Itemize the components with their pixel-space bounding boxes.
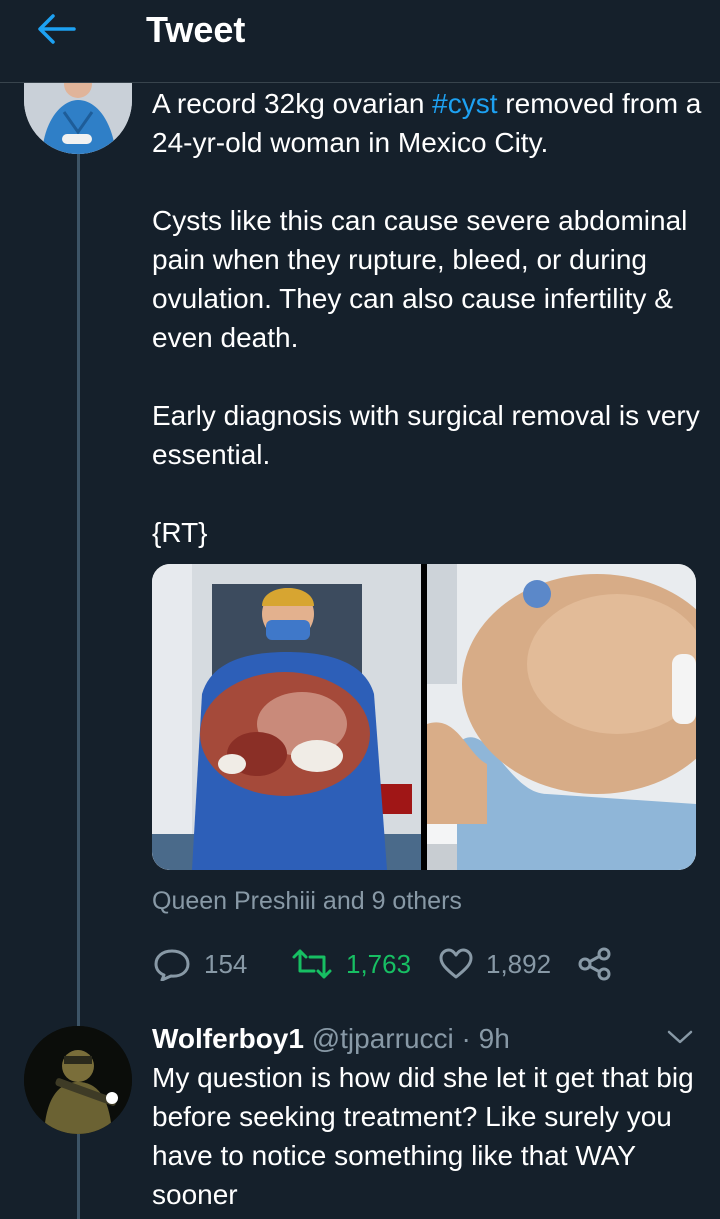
- chevron-down-icon[interactable]: [666, 1027, 694, 1047]
- retweet-icon: [292, 949, 332, 979]
- arrow-left-icon[interactable]: [36, 12, 76, 46]
- like-button[interactable]: 1,892: [438, 944, 551, 984]
- share-icon: [578, 947, 611, 981]
- retweet-button[interactable]: 1,763: [290, 944, 411, 984]
- tweet-text: A record 32kg ovarian #cyst removed from…: [152, 84, 712, 552]
- share-button[interactable]: [578, 944, 612, 984]
- thread-connector: [77, 1130, 80, 1219]
- liked-by-text[interactable]: Queen Preshiii and 9 others: [152, 884, 462, 918]
- page-title: Tweet: [146, 9, 246, 50]
- tweet-actions: 154 1,763 1,892: [152, 944, 632, 984]
- reply-count: 154: [204, 948, 248, 979]
- top-bar: Tweet: [0, 0, 720, 83]
- reply-header: Wolferboy1 @tjparrucci · 9h: [152, 1020, 510, 1058]
- reply-button[interactable]: 154: [152, 944, 247, 984]
- reply-author-avatar[interactable]: [24, 1026, 132, 1134]
- tweet-media[interactable]: [152, 564, 696, 870]
- author-avatar[interactable]: [24, 72, 132, 154]
- reply-handle-time[interactable]: @tjparrucci · 9h: [304, 1023, 510, 1054]
- reply-icon: [154, 949, 190, 981]
- like-count: 1,892: [486, 948, 552, 979]
- reply-text: My question is how did she let it get th…: [152, 1062, 694, 1210]
- reply-author-name[interactable]: Wolferboy1: [152, 1023, 304, 1054]
- media-image-surgeon[interactable]: [152, 564, 421, 870]
- heart-icon: [439, 948, 473, 979]
- hashtag-link[interactable]: #cyst: [432, 88, 497, 119]
- tweet-text-rest: removed from a 24-yr-old woman in Mexico…: [152, 88, 702, 548]
- tweet-text-start: A record 32kg ovarian: [152, 88, 433, 119]
- retweet-count: 1,763: [346, 948, 412, 979]
- media-image-patient[interactable]: [427, 564, 696, 870]
- thread-connector: [77, 150, 80, 1030]
